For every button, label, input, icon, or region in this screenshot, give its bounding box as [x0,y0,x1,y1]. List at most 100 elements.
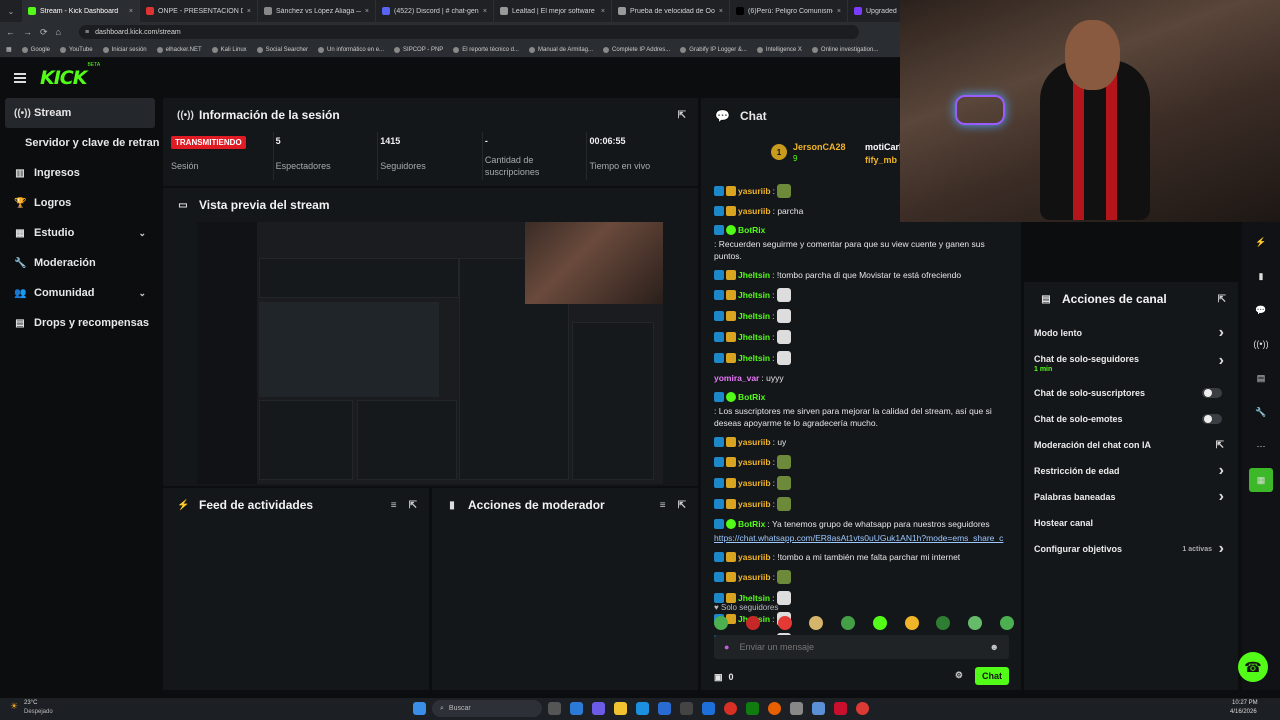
close-icon[interactable]: × [129,8,133,15]
browser-tab[interactable]: Sánchez vs López Aliaga — ¿Q × [258,0,376,22]
channel-action-row[interactable]: Palabras baneadas › [1024,484,1238,510]
shield-icon[interactable]: ▮ [1249,264,1273,288]
browser-tab[interactable]: ONPE - PRESENTACIÓN DE RE × [140,0,258,22]
chat-username[interactable]: yasuriib [738,498,771,510]
bookmark-item[interactable]: El reporte técnico d... [453,46,519,53]
chevron-right-icon[interactable]: › [1219,540,1224,558]
channel-action-row[interactable]: Chat de solo-suscriptores [1024,380,1238,406]
bookmark-item[interactable]: Un informático en e... [318,46,384,53]
home-icon[interactable]: ⌂ [56,27,61,37]
popout-icon[interactable]: ⇱ [409,500,417,511]
firefox-icon[interactable] [768,702,781,715]
chat-username[interactable]: yasuriib [738,456,771,468]
chat-username[interactable]: yasuriib [738,185,771,197]
emote-icon[interactable] [936,616,951,630]
popout-icon[interactable]: ⇱ [1218,294,1226,305]
windows-start-icon[interactable] [413,702,426,715]
vscode-icon[interactable] [702,702,715,715]
chat-username[interactable]: BotRix [738,391,765,403]
channel-action-row[interactable]: Restricción de edad › [1024,458,1238,484]
filter-icon[interactable]: ≡ [660,500,666,511]
tab-menu-icon[interactable]: ⌄ [0,0,22,22]
browser-tab[interactable]: (6)Perú: Peligro Comunismo y V × [730,0,848,22]
sidebar-item-drops[interactable]: ▤ Drops y recompensas [0,308,160,338]
chat-username[interactable]: yasuriib [738,205,771,217]
mic-icon[interactable]: ● [724,642,729,652]
kick-logo[interactable]: KICK [40,67,87,89]
emote-icon[interactable] [999,616,1014,630]
wrench-icon[interactable]: 🔧 [1249,400,1273,424]
channel-action-row[interactable]: Chat de solo-seguidores 1 min › [1024,346,1238,380]
bookmark-item[interactable]: Social Searcher [256,46,308,53]
stream-preview-video[interactable] [197,222,663,484]
chat-username[interactable]: yasuriib [738,436,771,448]
back-icon[interactable]: ← [6,27,15,37]
chat-username[interactable]: Jheltsin [738,269,770,281]
browser-tab[interactable]: Prueba de velocidad de Ookla × [612,0,730,22]
chevron-right-icon[interactable]: › [1219,352,1224,370]
bookmark-item[interactable]: Kali Linux [211,46,247,53]
close-icon[interactable]: × [365,8,369,15]
sidebar-item-moderación[interactable]: 🔧 Moderación [0,248,160,278]
filter-icon[interactable]: ≡ [391,500,397,511]
chevron-down-icon[interactable]: ⌄ [138,288,146,299]
emote-icon[interactable] [777,616,792,630]
bookmark-item[interactable]: Online investigation... [811,46,878,53]
toggle-switch[interactable] [1202,414,1222,424]
popout-icon[interactable]: ⇱ [678,500,686,511]
bookmark-item[interactable]: Complete IP Addres... [603,46,670,53]
browser-tab[interactable]: Stream - Kick Dashboard × [22,0,140,22]
chat-input-box[interactable]: ● ☻ [714,635,1009,659]
popout-icon[interactable]: ⇱ [678,110,686,121]
chrome-icon[interactable] [724,702,737,715]
chat-username[interactable]: yasuriib [738,477,771,489]
browser-tab[interactable]: Lealtad | El mejor software para × [494,0,612,22]
sidebar-item-comunidad[interactable]: 👥 Comunidad ⌄ [0,278,160,308]
share-icon[interactable]: ⋯ [1249,434,1273,458]
url-field[interactable]: ≡ dashboard.kick.com/stream [78,25,859,39]
emote-icon[interactable] [841,616,856,630]
channel-action-row[interactable]: Configurar objetivos › 1 activas [1024,536,1238,562]
sidebar-item-estudio[interactable]: ▦ Estudio ⌄ [0,218,160,248]
pinned-user-3[interactable]: fify_mb [865,155,897,165]
add-widget-icon[interactable]: ▦ [1249,468,1273,492]
bookmark-item[interactable]: Grabify IP Logger &... [680,46,747,53]
stream-icon[interactable]: ((•)) [1249,332,1273,356]
chat-username[interactable]: Jheltsin [738,289,770,301]
site-info-icon[interactable]: ≡ [85,29,89,36]
explorer-icon[interactable] [614,702,627,715]
close-icon[interactable]: × [483,8,487,15]
chat-link[interactable]: https://chat.whatsapp.com/ER8asAt1vts0uU… [714,532,1014,544]
chat-username[interactable]: yasuriib [738,551,771,563]
chevron-down-icon[interactable]: ⌄ [138,228,146,239]
sidebar-item-logros[interactable]: 🏆 Logros [0,188,160,218]
points-icon[interactable]: ▣ [714,672,723,683]
app-icon[interactable] [658,702,671,715]
chat-username[interactable]: BotRix [738,224,765,236]
apps-icon[interactable]: ▦ [6,46,12,53]
toggle-switch[interactable] [1202,388,1222,398]
close-icon[interactable]: × [837,8,841,15]
bookmark-item[interactable]: Manual de Armitag... [528,46,593,53]
chat-send-button[interactable]: Chat [975,667,1009,685]
chevron-right-icon[interactable]: › [1219,324,1224,342]
xbox-icon[interactable] [746,702,759,715]
emote-icon[interactable] [968,616,983,630]
settings-icon[interactable]: ⚙ [955,670,963,681]
support-chat-icon[interactable]: ☎ [1238,652,1268,682]
chat-username[interactable]: BotRix [738,518,765,530]
close-icon[interactable]: × [601,8,605,15]
chat-icon[interactable]: 💬 [1249,298,1273,322]
bookmark-item[interactable]: SIPCOP - PNP [394,46,443,53]
emote-icon[interactable] [745,616,760,630]
chat-username[interactable]: yasuriib [738,571,771,583]
channel-action-row[interactable]: Modo lento › [1024,320,1238,346]
app-icon[interactable] [570,702,583,715]
emote-icon[interactable] [714,616,728,630]
emote-icon[interactable] [872,616,887,630]
channel-action-row[interactable]: Moderación del chat con IA ⇱ [1024,432,1238,458]
app-icon[interactable] [812,702,825,715]
close-icon[interactable]: × [719,8,723,15]
chevron-right-icon[interactable]: › [1219,488,1224,506]
emoji-icon[interactable]: ☻ [990,642,999,652]
